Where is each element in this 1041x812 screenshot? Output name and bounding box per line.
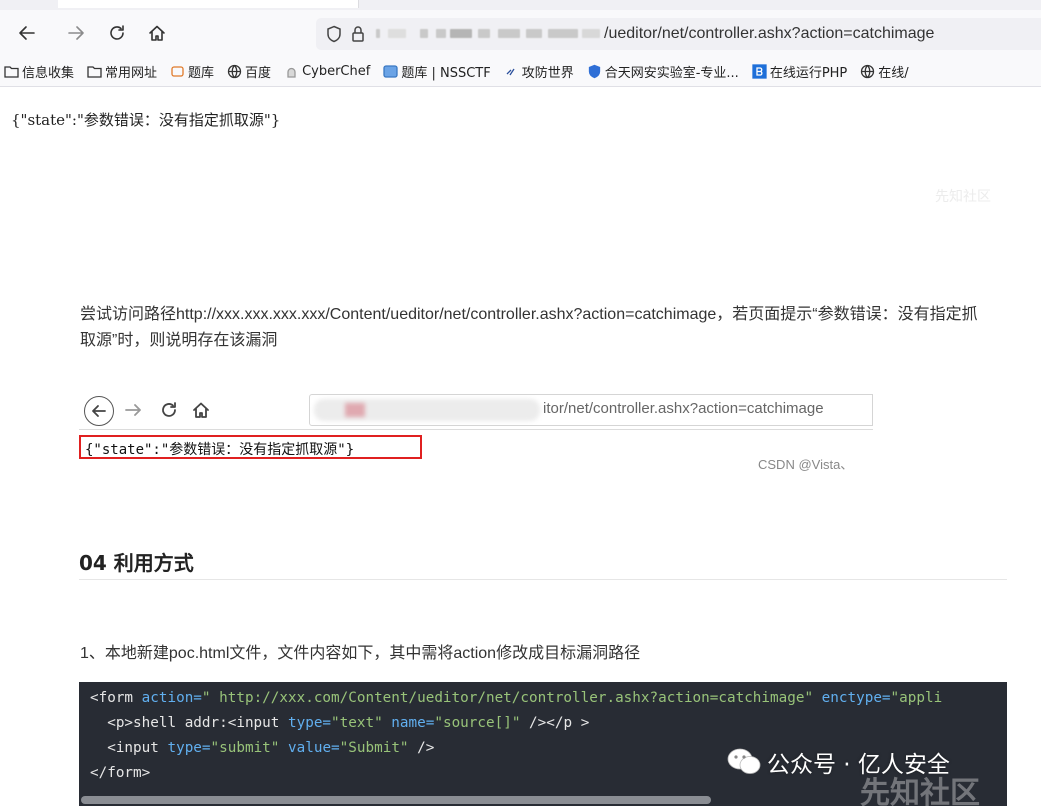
site-icon	[504, 64, 519, 79]
csdn-credit: CSDN @Vista、	[758, 457, 854, 472]
bookmark-label: 题库	[188, 65, 215, 81]
section-heading: 04 利用方式	[79, 551, 194, 575]
bookmark-label: 题库 | NSSCTF	[401, 65, 491, 81]
code-horizontal-scrollbar[interactable]	[81, 796, 711, 804]
code-line-1: <form action=" http://xxx.com/Content/ue…	[90, 690, 943, 706]
home-button[interactable]	[142, 18, 172, 48]
bookmark-label: CyberChef	[302, 63, 371, 79]
embedded-address-bar: itor/net/controller.ashx?action=catchima…	[309, 394, 873, 426]
bookmark-hetian[interactable]: 合天网安实验室-专业...	[587, 62, 739, 81]
reload-button[interactable]	[102, 18, 132, 48]
watermark-bottom-right: 先知社区	[860, 776, 980, 811]
watermark-top: 先知社区	[935, 189, 991, 205]
bookmark-folder-common[interactable]: 常用网址	[87, 62, 157, 81]
forward-arrow-icon	[68, 26, 84, 40]
site-icon	[383, 64, 398, 79]
bookmark-tiku[interactable]: 题库	[170, 62, 214, 81]
tracking-shield-icon[interactable]	[326, 25, 342, 43]
code-line-2: <p>shell addr:<input type="text" name="s…	[107, 715, 590, 731]
b-icon	[752, 63, 767, 79]
reload-icon	[110, 25, 124, 40]
embedded-reload-icon	[162, 402, 176, 417]
shield-icon	[587, 64, 602, 79]
bookmark-cyberchef[interactable]: CyberChef	[284, 64, 370, 79]
forward-button[interactable]	[61, 18, 91, 48]
embedded-url-text: itor/net/controller.ashx?action=catchima…	[543, 400, 824, 417]
tab-strip	[0, 0, 1041, 10]
wechat-icon	[727, 748, 761, 774]
section-divider	[79, 579, 1007, 580]
home-icon	[149, 25, 165, 41]
json-response: {"state":"参数错误：没有指定抓取源"}	[11, 111, 281, 129]
bookmarks-toolbar: 信息收集 常用网址 题库 百度 CyberChef 题库 | NSSCTF 攻防…	[0, 56, 1041, 87]
embedded-forward-icon	[125, 404, 141, 416]
back-button[interactable]	[12, 18, 42, 48]
bookmark-label: 攻防世界	[521, 65, 574, 81]
folder-icon	[4, 64, 19, 79]
highlighted-response-text: {"state":"参数错误：没有指定抓取源"}	[85, 442, 355, 458]
bookmark-php[interactable]: 在线运行PHP	[752, 62, 847, 81]
site-icon	[170, 64, 185, 79]
bookmark-label: 在线运行PHP	[769, 65, 848, 81]
bookmark-baidu[interactable]: 百度	[227, 62, 271, 81]
bookmark-label: 信息收集	[22, 65, 75, 81]
bookmark-nssctf[interactable]: 题库 | NSSCTF	[383, 62, 491, 81]
back-arrow-icon	[19, 26, 35, 40]
folder-icon	[87, 64, 102, 79]
bookmark-online[interactable]: 在线/	[860, 62, 909, 81]
embedded-home-icon	[193, 402, 209, 418]
bookmark-folder-info[interactable]: 信息收集	[4, 62, 74, 81]
address-bar[interactable]: /ueditor/net/controller.ashx?action=catc…	[316, 18, 1041, 50]
globe-icon	[860, 64, 875, 79]
step-1-text: 1、本地新建poc.html文件，文件内容如下，其中需将action修改成目标漏…	[80, 645, 641, 662]
bookmark-label: 百度	[245, 65, 272, 81]
bookmark-label: 合天网安实验室-专业...	[604, 65, 739, 81]
navigation-bar: /ueditor/net/controller.ashx?action=catc…	[0, 10, 1041, 56]
globe-icon	[227, 64, 242, 79]
embedded-screenshot: itor/net/controller.ashx?action=catchima…	[79, 391, 873, 484]
highlighted-response-box: {"state":"参数错误：没有指定抓取源"}	[79, 435, 422, 459]
embedded-navbar: itor/net/controller.ashx?action=catchima…	[79, 391, 873, 430]
bookmark-label: 在线/	[878, 65, 909, 81]
active-tab-edge[interactable]	[58, 0, 359, 8]
chef-icon	[284, 64, 299, 79]
bookmark-gongfang[interactable]: 攻防世界	[504, 62, 574, 81]
article-description: 尝试访问路径http://xxx.xxx.xxx.xxx/Content/ued…	[80, 306, 978, 349]
bookmark-label: 常用网址	[105, 65, 158, 81]
embedded-back-icon	[84, 396, 114, 426]
redacted-host	[376, 28, 602, 40]
lock-icon[interactable]	[350, 25, 366, 43]
url-text: /ueditor/net/controller.ashx?action=catc…	[604, 25, 935, 42]
